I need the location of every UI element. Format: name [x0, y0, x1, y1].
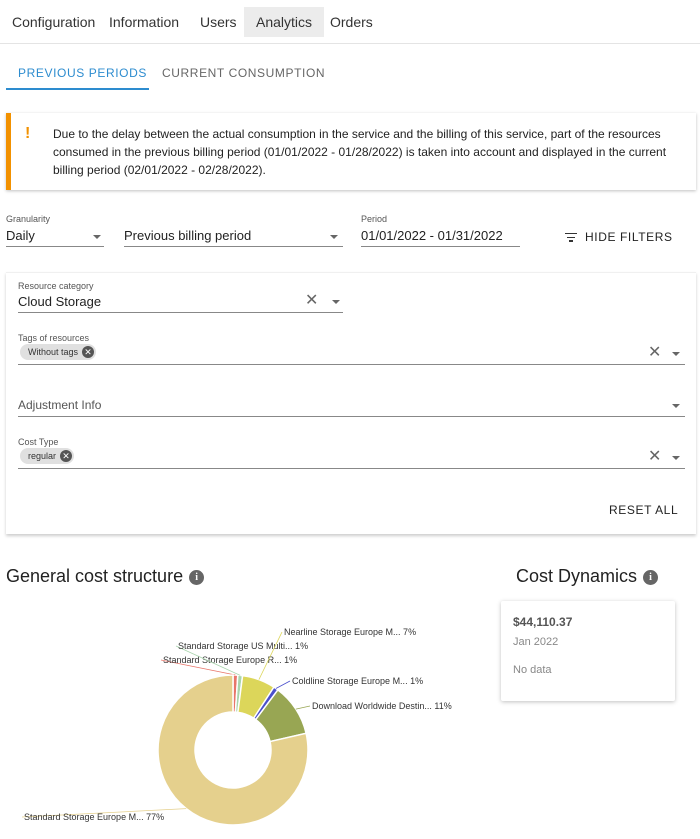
cost-dynamics-title: Cost Dynamics i [516, 566, 659, 587]
period-date-field[interactable]: Period 01/01/2022 - 01/31/2022 [361, 214, 520, 247]
cost-type-chip[interactable]: regular ✕ [20, 448, 75, 464]
chevron-down-icon[interactable] [672, 352, 680, 356]
hide-filters-button[interactable]: HIDE FILTERS [565, 230, 673, 244]
chevron-down-icon [330, 235, 338, 239]
info-icon[interactable]: i [189, 570, 205, 585]
resource-category-label: Resource category [18, 281, 94, 291]
period-type-select[interactable]: Previous billing period [124, 214, 343, 247]
tags-select[interactable]: Tags of resources Without tags ✕ ✕ [18, 333, 685, 365]
filter-icon [565, 233, 577, 242]
chevron-down-icon[interactable] [332, 300, 340, 304]
cost-structure-donut-chart: Standard Storage Europe R... 1% Standard … [21, 627, 452, 826]
exclamation-icon: ! [25, 125, 31, 142]
chip-remove-icon[interactable]: ✕ [82, 346, 95, 358]
cost-type-label: Cost Type [18, 437, 59, 447]
alert-message: Due to the delay between the actual cons… [53, 127, 667, 177]
period-label: Period [361, 214, 388, 224]
granularity-select[interactable]: Granularity Daily [6, 214, 104, 247]
period-type-value: Previous billing period [124, 228, 252, 243]
cost-type-select[interactable]: Cost Type regular ✕ ✕ [18, 437, 685, 469]
filter-panel: Resource category Cloud Storage ✕ Tags o… [6, 272, 696, 534]
chevron-down-icon [93, 235, 101, 239]
nav-information[interactable]: Information [97, 7, 191, 37]
chevron-down-icon[interactable] [672, 404, 680, 408]
clear-icon[interactable]: ✕ [648, 345, 661, 361]
top-navigation: Configuration Information Users Analytic… [0, 0, 700, 44]
tab-current-consumption[interactable]: CURRENT CONSUMPTION [162, 66, 325, 80]
info-icon[interactable]: i [643, 570, 659, 585]
nav-configuration[interactable]: Configuration [0, 7, 107, 37]
tab-previous-periods[interactable]: PREVIOUS PERIODS [18, 66, 147, 80]
donut-slice-label: Coldline Storage Europe M... 1% [292, 676, 423, 686]
nav-users[interactable]: Users [188, 7, 249, 37]
nav-orders[interactable]: Orders [318, 7, 385, 37]
donut-leader-line [295, 705, 311, 710]
donut-slice-label: Nearline Storage Europe M... 7% [284, 627, 416, 637]
billing-delay-alert: ! Due to the delay between the actual co… [6, 113, 696, 190]
resource-category-select[interactable]: Resource category Cloud Storage ✕ [18, 281, 343, 313]
chevron-down-icon[interactable] [672, 456, 680, 460]
granularity-label: Granularity [6, 214, 51, 224]
period-value: 01/01/2022 - 01/31/2022 [361, 228, 503, 243]
donut-slice-label: Standard Storage US Multi... 1% [178, 641, 308, 651]
nav-analytics[interactable]: Analytics [244, 7, 325, 37]
tags-label: Tags of resources [18, 333, 90, 343]
adjustment-info-select[interactable]: Adjustment Info [18, 387, 685, 417]
cost-month: Jan 2022 [513, 636, 559, 648]
clear-icon[interactable]: ✕ [648, 449, 661, 465]
cost-dynamics-card: $44,110.37 Jan 2022 No data [501, 601, 675, 701]
donut-slice-label: Download Worldwide Destin... 11% [312, 701, 452, 711]
donut-slice-label: Standard Storage Europe R... 1% [163, 655, 297, 665]
cost-amount: $44,110.37 [513, 615, 573, 629]
tag-chip[interactable]: Without tags ✕ [20, 344, 97, 360]
adjustment-info-placeholder: Adjustment Info [18, 398, 102, 412]
chip-remove-icon[interactable]: ✕ [60, 450, 73, 462]
donut-slice-label: Standard Storage Europe M... 77% [24, 812, 164, 822]
no-data-label: No data [513, 664, 552, 676]
general-cost-structure-title: General cost structure i [6, 566, 205, 587]
active-tab-indicator [6, 88, 149, 90]
donut-leader-line [275, 680, 291, 689]
granularity-value: Daily [6, 228, 35, 243]
clear-icon[interactable]: ✕ [305, 293, 318, 309]
reset-all-button[interactable]: RESET ALL [609, 503, 678, 517]
resource-category-value: Cloud Storage [18, 294, 102, 309]
